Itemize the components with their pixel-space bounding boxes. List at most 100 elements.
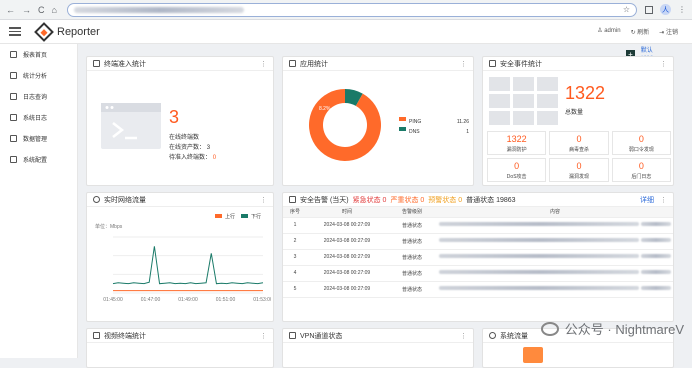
terminal-access-panel: 终端准入统计 ⋮ 3 在线终端数 在线资产数： 3 待准入终端数： 0 <box>86 56 274 186</box>
legend-item: DNS 1 <box>399 127 469 137</box>
blurred-content <box>640 254 671 258</box>
user-menu[interactable]: ♙ admin <box>597 27 620 36</box>
stat-label: 病毒查杀 <box>568 146 589 153</box>
row-time: 2024-03-08 00:27:09 <box>307 233 387 250</box>
stat-value: 0 <box>638 133 644 144</box>
panel-menu-icon[interactable]: ⋮ <box>260 196 267 204</box>
legend-item: PING 11.26 <box>399 117 469 127</box>
table-row[interactable]: 3 2024-03-08 00:27:09 普通状态 <box>283 249 673 266</box>
monitor-icon <box>289 332 296 339</box>
panel-title: 安全事件统计 <box>500 60 542 68</box>
sidebar-item-5[interactable]: 系统配置 <box>0 149 77 170</box>
watermark: 公众号 · NightmareV <box>540 319 684 338</box>
sidebar-item-label: 报表首页 <box>23 53 48 59</box>
security-total-label: 总数量 <box>565 110 584 116</box>
table-row[interactable]: 4 2024-03-08 00:27:09 普通状态 <box>283 265 673 282</box>
stat-label: DoS攻击 <box>506 173 527 180</box>
reload-icon[interactable]: C <box>38 5 45 15</box>
series-line-1 <box>112 246 264 285</box>
hamburger-menu-icon[interactable] <box>9 27 21 36</box>
security-stat-cell[interactable]: 0 弱口令发现 <box>611 131 671 155</box>
sidebar-item-2[interactable]: 日志查询 <box>0 86 77 107</box>
online-assets-value: 3 <box>206 145 211 151</box>
sidebar-item-4[interactable]: 数据管理 <box>0 128 77 149</box>
security-stat-cell[interactable]: 1322 漏洞防护 <box>487 131 547 155</box>
sidebar-item-label: 系统配置 <box>23 158 48 164</box>
url-blurred <box>73 6 244 13</box>
profile-avatar[interactable]: 人 <box>660 4 671 15</box>
sidebar-item-1[interactable]: 统计分析 <box>0 65 77 86</box>
donut-label-dns: 8.2% <box>319 106 331 112</box>
address-bar[interactable]: ☆ <box>66 2 637 17</box>
panel-title: VPN通道状态 <box>300 332 343 340</box>
forward-icon[interactable]: → <box>22 5 31 15</box>
security-stat-cell[interactable]: 0 病毒查杀 <box>549 131 609 155</box>
urgent-count: 紧急状态 0 <box>352 196 387 204</box>
warning-count: 预警状态 0 <box>428 196 463 204</box>
checklist-icon <box>93 332 100 339</box>
panel-menu-icon[interactable]: ⋮ <box>460 60 467 68</box>
bookmark-star-icon[interactable]: ☆ <box>623 5 630 14</box>
blurred-content <box>439 286 640 290</box>
normal-count: 普通状态 19863 <box>466 196 516 204</box>
stat-value: 0 <box>514 160 520 171</box>
panel-title: 视频终端统计 <box>104 332 146 340</box>
detail-link[interactable]: 详细 <box>640 195 654 205</box>
security-stat-cell[interactable]: 0 DoS攻击 <box>487 158 547 182</box>
panel-title: 实时网络流量 <box>104 196 146 204</box>
legend-down-label: 下行 <box>250 214 261 220</box>
panel-menu-icon[interactable]: ⋮ <box>660 196 667 204</box>
refresh-button[interactable]: ↻ 刷新 <box>631 27 650 36</box>
security-grid-icon <box>489 77 558 125</box>
sidebar-item-3[interactable]: 系统日志 <box>0 107 77 128</box>
traffic-panel: 实时网络流量 ⋮ 上行 下行 单位：Mbps 01:45:00 01:47:00 01… <box>86 192 274 322</box>
legend-swatch <box>399 127 406 131</box>
stat-label: 后门日志 <box>631 173 652 180</box>
logout-button[interactable]: ⇥ 注销 <box>659 27 678 36</box>
panel-menu-icon[interactable]: ⋮ <box>260 332 267 340</box>
pie-slice-ping[interactable] <box>309 89 381 161</box>
pending-line: 待准入终端数： 0 <box>169 153 216 163</box>
row-content <box>437 281 673 298</box>
sidebar-item-label: 系统日志 <box>23 116 48 122</box>
browser-menu-icon[interactable]: ⋮ <box>678 5 686 14</box>
legend-down: 下行 <box>240 213 261 220</box>
row-level: 普通状态 <box>387 249 437 266</box>
logo: Reporter <box>34 21 100 42</box>
security-stat-cell[interactable]: 0 后门日志 <box>611 158 671 182</box>
terminal-count: 3 <box>169 107 180 127</box>
gear-icon <box>10 156 17 163</box>
security-stat-cell[interactable]: 0 漏洞发现 <box>549 158 609 182</box>
table-row[interactable]: 5 2024-03-08 00:27:09 普通状态 <box>283 281 673 298</box>
panel-menu-icon[interactable]: ⋮ <box>260 60 267 68</box>
sidepanel-icon[interactable] <box>645 5 653 14</box>
blurred-content <box>439 238 640 242</box>
row-no: 3 <box>283 249 307 266</box>
app-stats-panel: 应用统计 ⋮ 8.2% 91.8% PING 11.26 DNS 1 <box>282 56 474 186</box>
panel-menu-icon[interactable]: ⋮ <box>660 60 667 68</box>
logo-mark-icon <box>34 21 54 42</box>
back-icon[interactable]: ← <box>6 5 15 15</box>
sidebar-item-0[interactable]: 报表首页 <box>0 44 77 65</box>
table-row[interactable]: 1 2024-03-08 00:27:09 普通状态 <box>283 217 673 234</box>
column-header: 告警级别 <box>387 207 437 218</box>
video-terminal-panel: 视频终端统计 ⋮ <box>86 328 274 368</box>
panel-title: 应用统计 <box>300 60 328 68</box>
panel-menu-icon[interactable]: ⋮ <box>460 332 467 340</box>
file-icon <box>10 114 17 121</box>
blurred-content <box>640 270 671 274</box>
checklist-icon <box>93 60 100 67</box>
pending-value: 0 <box>212 155 217 161</box>
gauge-icon <box>489 332 496 339</box>
panel-title: 安全告警 (当天) <box>300 196 349 204</box>
x-tick-label: 01:49:00 <box>178 297 198 303</box>
row-content <box>437 249 673 266</box>
table-row[interactable]: 2 2024-03-08 00:27:09 普通状态 <box>283 233 673 250</box>
app-donut-chart <box>309 89 381 161</box>
traffic-line-chart: 01:45:00 01:47:00 01:49:00 01:51:00 01:53:00 <box>103 236 271 303</box>
home-icon[interactable]: ⌂ <box>52 5 57 15</box>
blurred-content <box>439 254 640 258</box>
stat-value: 0 <box>576 160 582 171</box>
blurred-content <box>439 222 640 226</box>
column-header: 时间 <box>307 207 387 218</box>
